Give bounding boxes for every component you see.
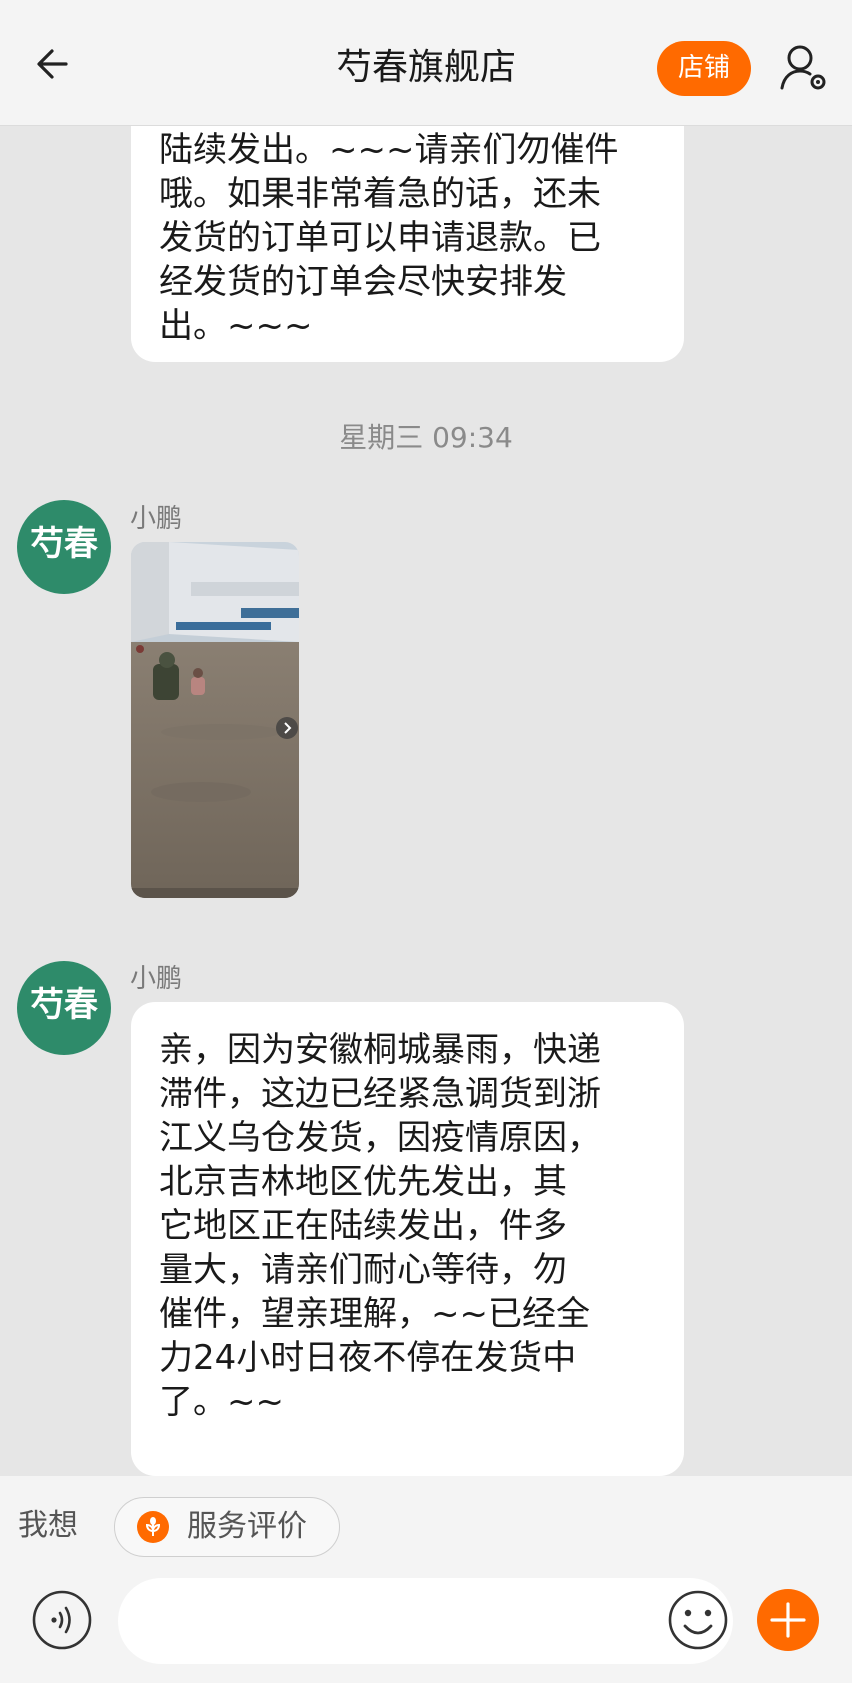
avatar[interactable]: 芍春 [17, 500, 111, 594]
shop-button[interactable]: 店铺 [657, 41, 751, 96]
avatar-logo-text: 芍春 [30, 985, 98, 1025]
avatar[interactable]: 芍春 [17, 961, 111, 1055]
message-bubble[interactable]: 亲，因为安徽桐城暴雨，快递 滞件，这边已经紧急调货到浙 江义乌仓发货，因疫情原因… [131, 1002, 684, 1476]
voice-icon [32, 1590, 92, 1650]
input-bar: 我想 服务评价 [0, 1476, 852, 1683]
profile-settings-button[interactable] [776, 40, 832, 96]
wheat-icon [137, 1511, 169, 1543]
header-bar: 芍春旗舰店 店铺 [0, 0, 852, 126]
service-review-label: 服务评价 [187, 1509, 307, 1544]
chat-screen: 芍春旗舰店 店铺 陆续发出。~~~请亲们勿催件 哦。如果非常着急的话，还未 发货… [0, 0, 852, 1683]
flood-photo-message[interactable] [131, 542, 299, 898]
flood-photo [131, 542, 299, 898]
message-input[interactable] [118, 1578, 733, 1664]
more-options-button[interactable] [757, 1589, 819, 1651]
message-bubble[interactable]: 陆续发出。~~~请亲们勿催件 哦。如果非常着急的话，还未 发货的订单可以申请退款… [131, 126, 684, 362]
media-next-button[interactable] [276, 717, 298, 739]
voice-button[interactable] [31, 1589, 93, 1651]
emoji-icon [668, 1590, 728, 1650]
user-settings-icon [780, 45, 826, 90]
service-review-chip[interactable]: 服务评价 [114, 1497, 340, 1557]
plus-icon [770, 1602, 806, 1638]
avatar-logo-text: 芍春 [30, 524, 98, 564]
sender-name: 小鹏 [130, 964, 183, 994]
chevron-right-icon [284, 722, 292, 734]
quick-action-label: 我想 [18, 1508, 78, 1543]
emoji-button[interactable] [666, 1588, 730, 1652]
sender-name: 小鹏 [130, 504, 183, 534]
message-timestamp: 星期三 09:34 [339, 421, 513, 454]
message-list[interactable]: 陆续发出。~~~请亲们勿催件 哦。如果非常着急的话，还未 发货的订单可以申请退款… [0, 126, 852, 1476]
